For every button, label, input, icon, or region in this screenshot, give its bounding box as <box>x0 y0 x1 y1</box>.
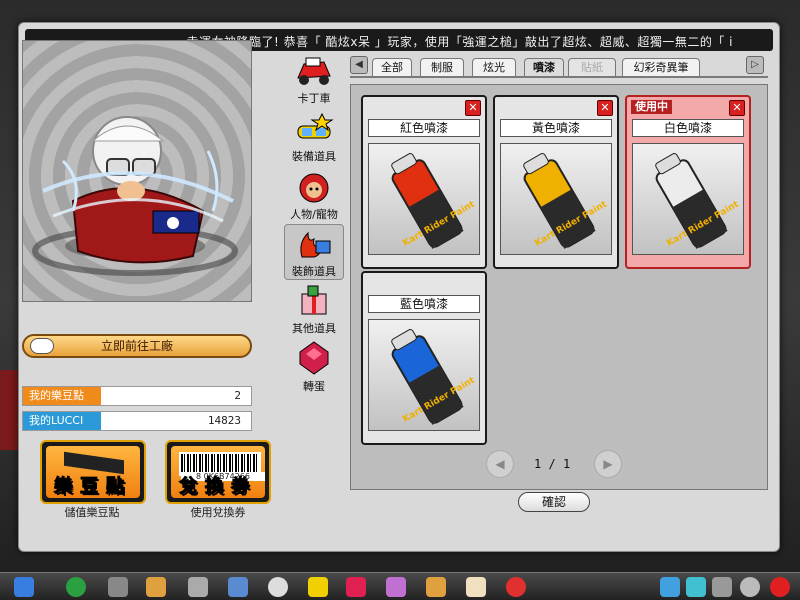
announcement-text: 幸運女神降臨了! 恭喜「 酷炫x呆 」玩家，使用「強運之槌」敲出了超炫、超威、超… <box>186 35 733 49</box>
lucci-label: 我的LUCCI <box>23 412 101 430</box>
shop-icon[interactable] <box>386 577 406 597</box>
key-icon[interactable] <box>308 577 328 597</box>
spray-can-image: Kart Rider Paint <box>500 143 612 255</box>
spray-can-icon: Kart Rider Paint <box>391 329 477 425</box>
flag-icon[interactable] <box>14 577 34 597</box>
category-equipment[interactable]: 裝備道具 <box>284 110 344 166</box>
heart-icon[interactable] <box>346 577 366 597</box>
event-icon[interactable] <box>506 577 526 597</box>
kart-preview <box>22 40 252 302</box>
coupon-big-text: 兌換券 <box>179 476 257 498</box>
pointing-hand-icon <box>30 338 54 354</box>
page-separator: / <box>548 457 556 471</box>
bean-points-label: 我的樂豆點 <box>23 387 101 405</box>
top-up-beans-button[interactable]: 樂豆點 <box>40 440 146 504</box>
dice-icon[interactable] <box>686 577 706 597</box>
top-up-caption: 儲值樂豆點 <box>64 506 120 519</box>
item-card-yellow-spray[interactable]: ✕ 黃色噴漆 Kart Rider Paint <box>493 95 619 269</box>
item-card-blue-spray[interactable]: 藍色噴漆 Kart Rider Paint <box>361 271 487 445</box>
spray-can-image: Kart Rider Paint <box>368 143 480 255</box>
next-page-button[interactable]: ▶ <box>594 450 622 478</box>
tab-magic-marker[interactable]: 幻彩奇異筆 <box>622 58 700 76</box>
tabs-next-arrow[interactable]: ▷ <box>746 56 764 74</box>
tabs-prev-arrow[interactable]: ◀ <box>350 56 368 74</box>
category-equipment-label: 裝備道具 <box>292 150 336 163</box>
category-character-pet[interactable]: 人物/寵物 <box>284 168 344 224</box>
decoration-icon <box>300 231 331 258</box>
magnifier-icon[interactable] <box>740 577 760 597</box>
giftbox-icon <box>301 285 327 315</box>
item-grid: ✕ 紅色噴漆 Kart Rider Paint ✕ 黃色噴漆 Kart Ride… <box>350 84 768 490</box>
gem-icon <box>299 341 329 375</box>
go-to-factory-button[interactable]: 立即前往工廠 <box>22 334 252 358</box>
hammer-icon[interactable] <box>426 577 446 597</box>
ball-icon[interactable] <box>268 577 288 597</box>
tools-icon[interactable] <box>712 577 732 597</box>
item-card-red-spray[interactable]: ✕ 紅色噴漆 Kart Rider Paint <box>361 95 487 269</box>
item-name: 紅色噴漆 <box>368 119 480 137</box>
kart-character-image <box>32 116 238 276</box>
category-other[interactable]: 其他道具 <box>284 282 344 338</box>
tab-uniform[interactable]: 制服 <box>420 58 464 76</box>
go-to-factory-label: 立即前往工廠 <box>100 339 173 353</box>
tab-spray-paint[interactable]: 噴漆 <box>524 58 564 76</box>
bean-points-value: 2 <box>234 389 241 402</box>
top-up-big-text: 樂豆點 <box>54 476 132 498</box>
category-decoration-label: 裝飾道具 <box>292 265 336 278</box>
spray-can-icon: Kart Rider Paint <box>523 153 609 249</box>
game-taskbar <box>0 572 800 600</box>
category-decoration[interactable]: 裝飾道具 <box>284 224 344 280</box>
cart-icon[interactable] <box>108 577 128 597</box>
character-icon <box>299 173 329 203</box>
tab-all[interactable]: 全部 <box>372 58 412 76</box>
spray-can-image: Kart Rider Paint <box>632 143 744 255</box>
category-other-label: 其他道具 <box>292 322 336 335</box>
category-kart-label: 卡丁車 <box>297 92 331 105</box>
coupon-caption: 使用兌換券 <box>190 506 246 519</box>
category-kart[interactable]: 卡丁車 <box>284 52 344 108</box>
bean-points-row: 我的樂豆點 2 <box>22 386 252 406</box>
prev-page-button[interactable]: ◀ <box>486 450 514 478</box>
back-icon[interactable] <box>66 577 86 597</box>
box-icon[interactable] <box>228 577 248 597</box>
category-character-pet-label: 人物/寵物 <box>290 208 338 221</box>
arrow-icon <box>64 451 124 475</box>
page-indicator: 1 / 1 <box>534 457 570 471</box>
character-menu-icon[interactable] <box>146 577 166 597</box>
confirm-button[interactable]: 確認 <box>518 492 590 512</box>
goggles-icon <box>297 112 334 139</box>
remove-icon[interactable]: ✕ <box>597 100 613 116</box>
spray-can-icon: Kart Rider Paint <box>655 153 741 249</box>
spray-can-icon: Kart Rider Paint <box>391 153 477 249</box>
gear-icon[interactable] <box>188 577 208 597</box>
tab-underline <box>350 76 768 78</box>
item-name: 白色噴漆 <box>632 119 744 137</box>
spray-can-image: Kart Rider Paint <box>368 319 480 431</box>
lucci-row: 我的LUCCI 14823 <box>22 411 252 431</box>
current-page: 1 <box>534 457 542 471</box>
tab-glow[interactable]: 炫光 <box>472 58 516 76</box>
kart-icon <box>297 57 331 85</box>
lucci-value: 14823 <box>207 414 241 427</box>
book-icon[interactable] <box>466 577 486 597</box>
item-name: 藍色噴漆 <box>368 295 480 313</box>
power-icon[interactable] <box>770 577 790 597</box>
item-card-white-spray[interactable]: 使用中 ✕ 白色噴漆 Kart Rider Paint <box>625 95 751 269</box>
item-name: 黃色噴漆 <box>500 119 612 137</box>
tab-sticker[interactable]: 貼紙 <box>568 58 616 76</box>
total-pages: 1 <box>562 457 571 471</box>
remove-icon[interactable]: ✕ <box>465 100 481 116</box>
use-coupon-button[interactable]: 8 0K6B74266 兌換券 <box>165 440 271 504</box>
in-use-badge: 使用中 <box>631 100 672 114</box>
category-gacha[interactable]: 轉蛋 <box>284 340 344 396</box>
person-icon[interactable] <box>660 577 680 597</box>
remove-icon[interactable]: ✕ <box>729 100 745 116</box>
category-gacha-label: 轉蛋 <box>303 380 325 393</box>
